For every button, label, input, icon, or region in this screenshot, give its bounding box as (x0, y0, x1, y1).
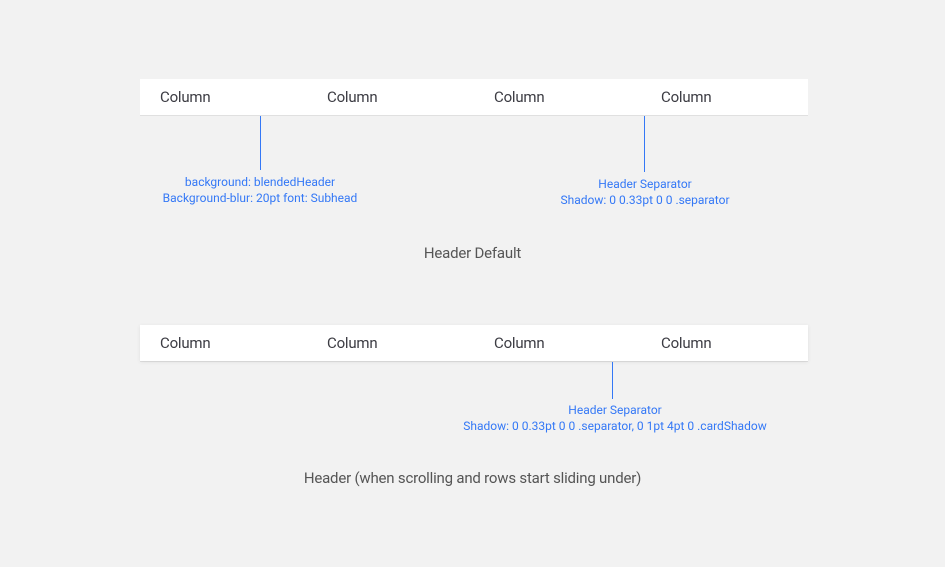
annotation-text: Shadow: 0 0.33pt 0 0 .separator (500, 192, 790, 208)
annotation-connector (260, 116, 261, 170)
column-header: Column (641, 334, 808, 352)
column-header: Column (307, 334, 474, 352)
column-header: Column (474, 88, 641, 106)
column-header: Column (307, 88, 474, 106)
column-header: Column (641, 88, 808, 106)
annotation-background: background: blendedHeader Background-blu… (140, 174, 380, 206)
column-header: Column (140, 88, 307, 106)
column-header: Column (474, 334, 641, 352)
annotation-separator: Header Separator Shadow: 0 0.33pt 0 0 .s… (500, 176, 790, 208)
annotation-text: Shadow: 0 0.33pt 0 0 .separator, 0 1pt 4… (370, 418, 860, 434)
annotation-text: Header Separator (370, 402, 860, 418)
column-header: Column (140, 334, 307, 352)
annotation-connector (644, 116, 645, 172)
example-caption: Header (when scrolling and rows start sl… (0, 469, 945, 487)
annotation-text: Header Separator (500, 176, 790, 192)
header-bar-scrolling: Column Column Column Column (140, 325, 808, 361)
header-bar-default: Column Column Column Column (140, 79, 808, 115)
annotation-separator: Header Separator Shadow: 0 0.33pt 0 0 .s… (370, 402, 860, 434)
annotation-text: background: blendedHeader (140, 174, 380, 190)
annotation-connector (612, 362, 613, 399)
annotation-text: Background-blur: 20pt font: Subhead (140, 190, 380, 206)
example-caption: Header Default (0, 244, 945, 262)
